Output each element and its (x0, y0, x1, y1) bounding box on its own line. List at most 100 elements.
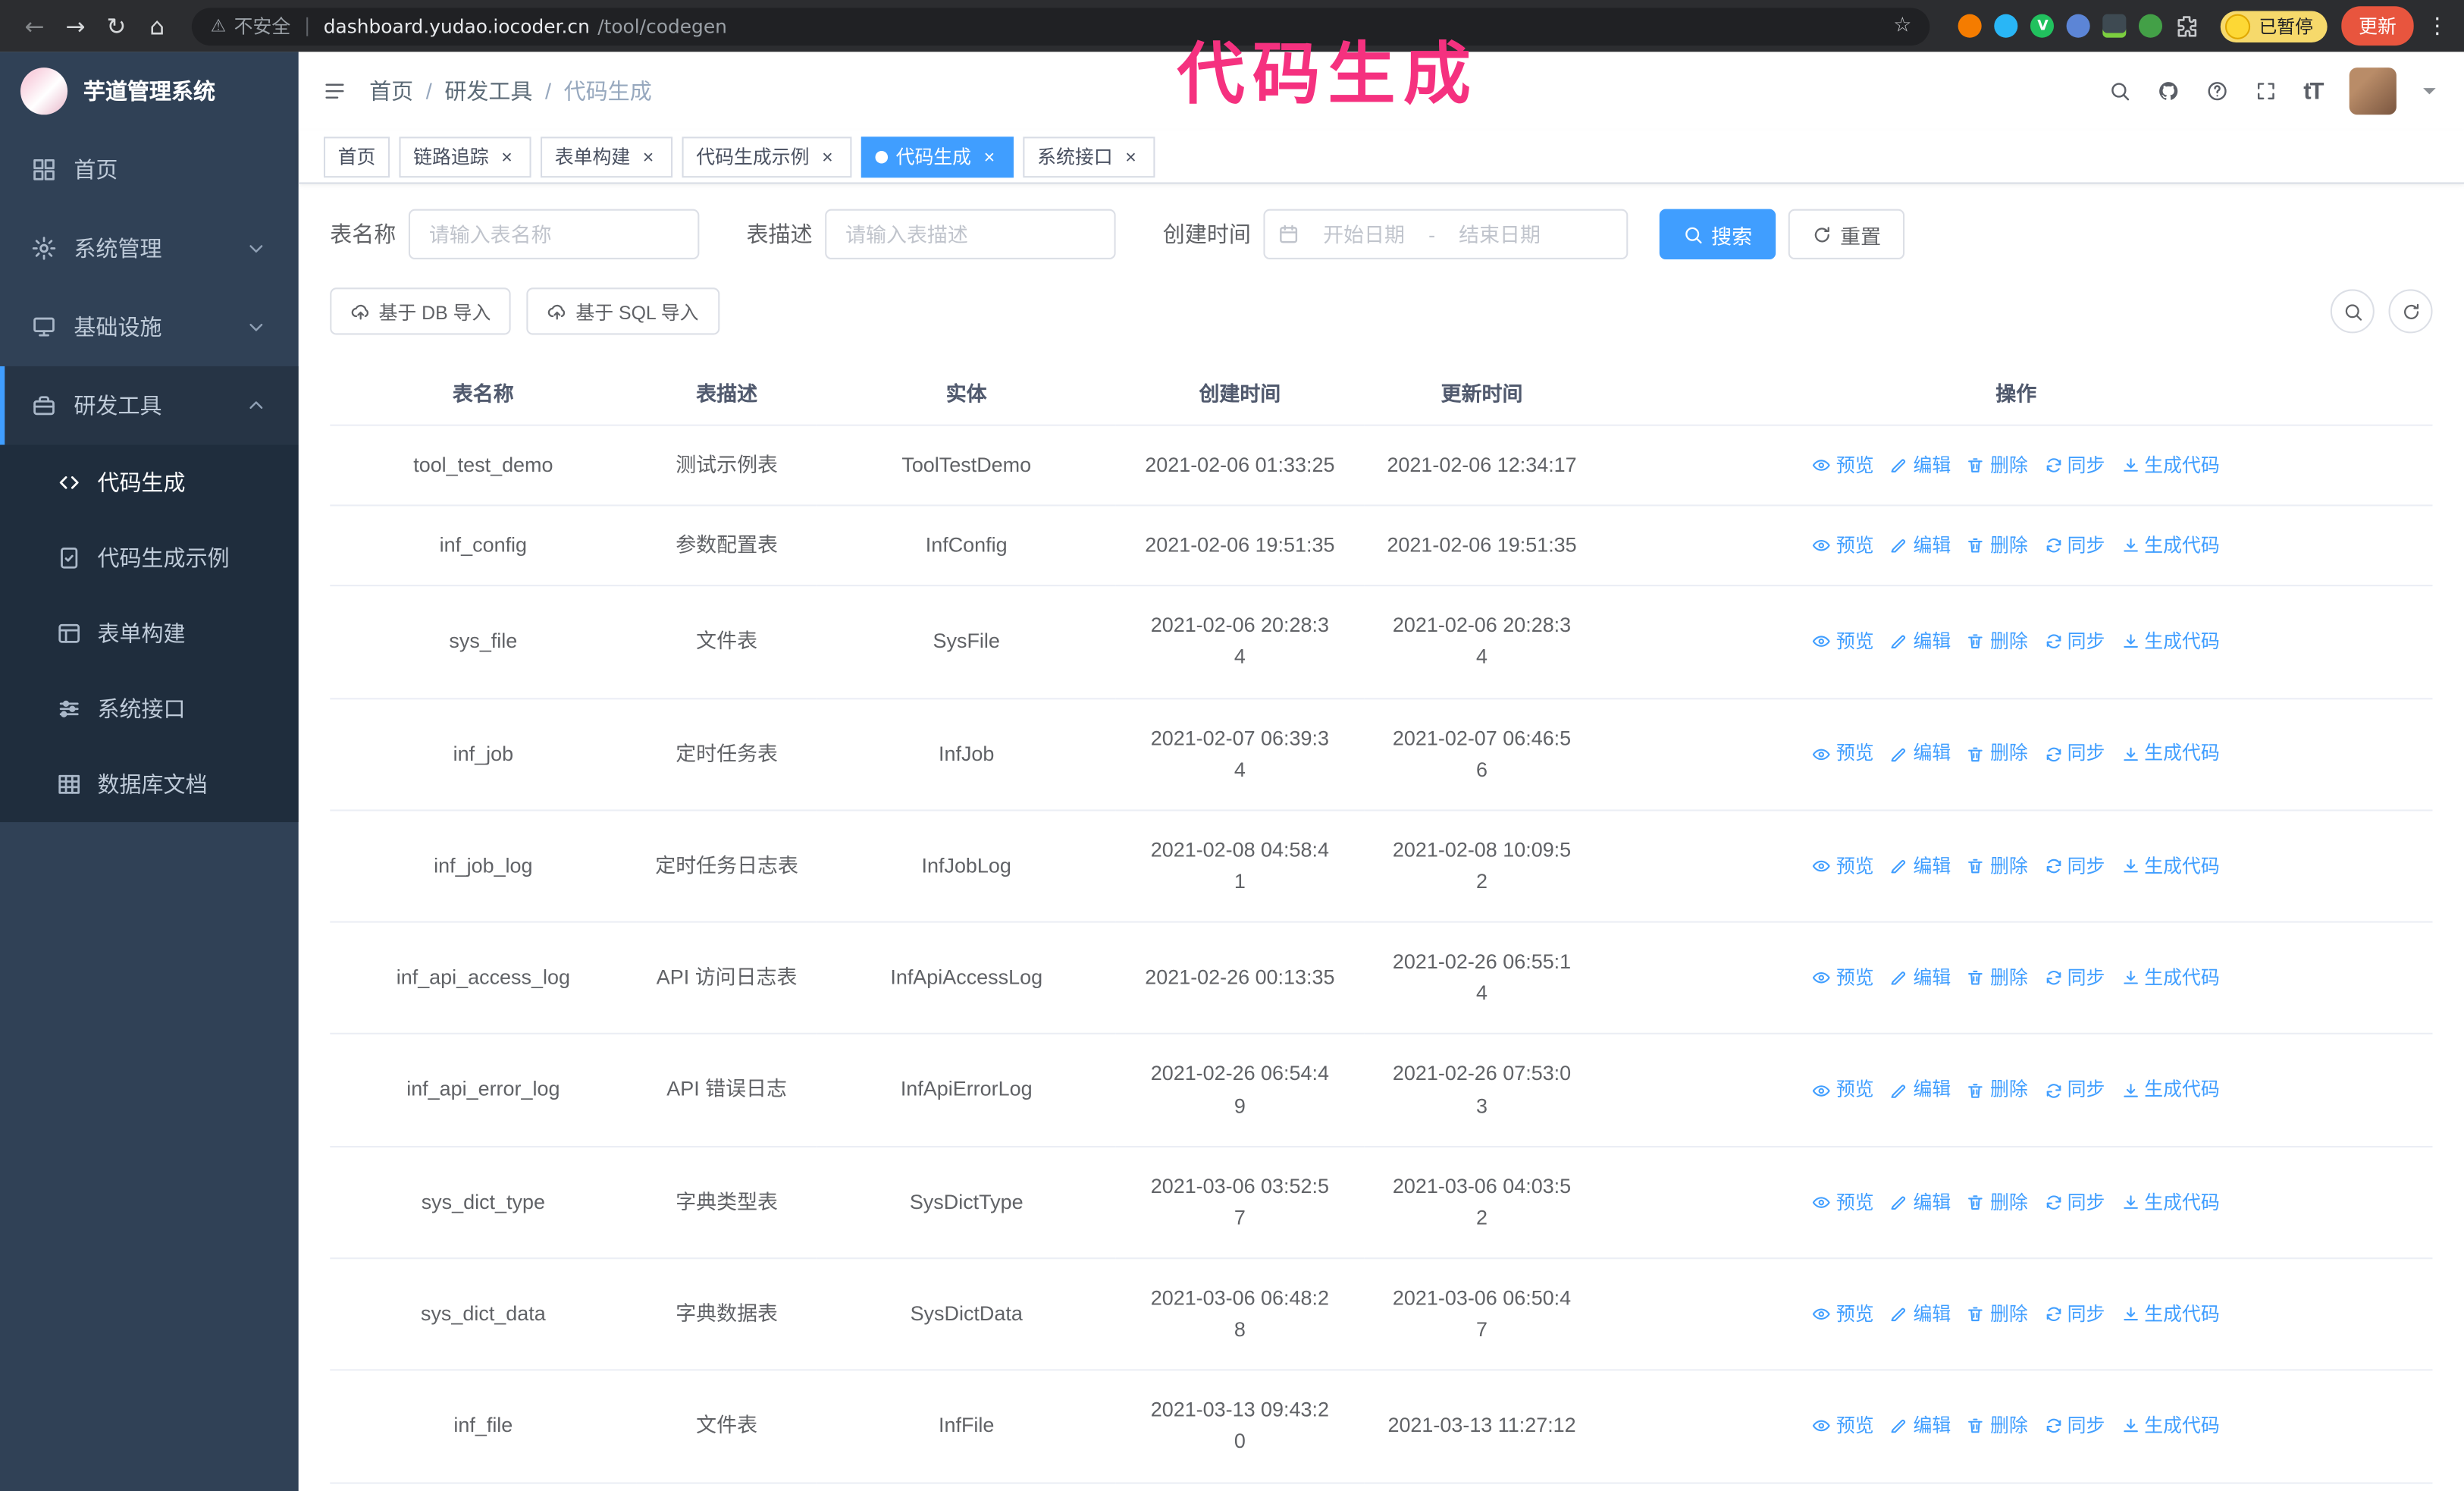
sync-link[interactable]: 同步 (2044, 1411, 2105, 1441)
sidebar-item-form-builder[interactable]: 表单构建 (0, 596, 299, 671)
delete-link[interactable]: 删除 (1967, 739, 2028, 769)
extension-icon[interactable] (2139, 14, 2164, 38)
edit-link[interactable]: 编辑 (1889, 450, 1951, 480)
date-range-picker[interactable]: - (1263, 209, 1629, 259)
browser-forward-icon[interactable]: → (57, 7, 95, 45)
search-icon[interactable] (2108, 80, 2130, 102)
avatar-caret-icon[interactable] (2423, 88, 2436, 101)
extension-icon[interactable] (1995, 14, 2019, 38)
tab-trace[interactable]: 链路追踪 × (399, 136, 531, 177)
tab-code-generation[interactable]: 代码生成 × (861, 136, 1014, 177)
sidebar-item-dev-tools[interactable]: 研发工具 (0, 366, 299, 445)
collapse-sidebar-icon[interactable] (324, 80, 346, 102)
end-date-input[interactable] (1441, 222, 1558, 246)
sync-link[interactable]: 同步 (2044, 964, 2105, 993)
browser-home-icon[interactable]: ⌂ (138, 7, 176, 45)
extension-icon[interactable] (1958, 14, 1983, 38)
extension-icon[interactable] (2067, 14, 2091, 38)
delete-link[interactable]: 删除 (1967, 964, 2028, 993)
table-name-input[interactable] (408, 209, 700, 259)
delete-link[interactable]: 删除 (1967, 450, 2028, 480)
sync-link[interactable]: 同步 (2044, 1188, 2105, 1217)
sidebar-item-db-docs[interactable]: 数据库文档 (0, 747, 299, 822)
edit-link[interactable]: 编辑 (1889, 1188, 1951, 1217)
delete-link[interactable]: 删除 (1967, 1300, 2028, 1329)
generate-code-link[interactable]: 生成代码 (2121, 1075, 2220, 1105)
toggle-search-button[interactable] (2330, 289, 2375, 334)
preview-link[interactable]: 预览 (1813, 739, 1874, 769)
sync-link[interactable]: 同步 (2044, 852, 2105, 881)
delete-link[interactable]: 删除 (1967, 531, 2028, 560)
preview-link[interactable]: 预览 (1813, 531, 1874, 560)
refresh-table-button[interactable] (2388, 289, 2433, 334)
edit-link[interactable]: 编辑 (1889, 1075, 1951, 1105)
edit-link[interactable]: 编辑 (1889, 964, 1951, 993)
bookmark-star-icon[interactable]: ☆ (1893, 14, 1911, 38)
github-icon[interactable] (2157, 80, 2179, 102)
preview-link[interactable]: 预览 (1813, 1411, 1874, 1441)
tab-home[interactable]: 首页 (323, 136, 390, 177)
import-db-button[interactable]: 基于 DB 导入 (330, 287, 512, 335)
help-icon[interactable] (2206, 80, 2228, 102)
sidebar-item-code-generation[interactable]: 代码生成 (0, 445, 299, 520)
tab-codegen-example[interactable]: 代码生成示例 × (682, 136, 852, 177)
sync-link[interactable]: 同步 (2044, 1300, 2105, 1329)
font-size-icon[interactable]: tT (2303, 78, 2324, 105)
fullscreen-icon[interactable] (2255, 80, 2277, 102)
edit-link[interactable]: 编辑 (1889, 627, 1951, 657)
sidebar-item-home[interactable]: 首页 (0, 130, 299, 209)
delete-link[interactable]: 删除 (1967, 852, 2028, 881)
breadcrumb-home[interactable]: 首页 (369, 75, 413, 106)
import-sql-button[interactable]: 基于 SQL 导入 (527, 287, 719, 335)
tab-form-builder[interactable]: 表单构建 × (541, 136, 673, 177)
browser-update-button[interactable]: 更新 (2341, 6, 2414, 46)
breadcrumb-dev-tools[interactable]: 研发工具 (444, 75, 532, 106)
preview-link[interactable]: 预览 (1813, 964, 1874, 993)
generate-code-link[interactable]: 生成代码 (2121, 1300, 2220, 1329)
edit-link[interactable]: 编辑 (1889, 1300, 1951, 1329)
sidebar-item-codegen-example[interactable]: 代码生成示例 (0, 520, 299, 595)
browser-menu-icon[interactable]: ⋮ (2426, 14, 2448, 39)
delete-link[interactable]: 删除 (1967, 1411, 2028, 1441)
table-desc-input[interactable] (825, 209, 1116, 259)
generate-code-link[interactable]: 生成代码 (2121, 739, 2220, 769)
preview-link[interactable]: 预览 (1813, 1188, 1874, 1217)
user-avatar[interactable] (2349, 67, 2397, 115)
edit-link[interactable]: 编辑 (1889, 531, 1951, 560)
close-tab-icon[interactable]: × (817, 146, 838, 168)
preview-link[interactable]: 预览 (1813, 450, 1874, 480)
browser-back-icon[interactable]: ← (16, 7, 54, 45)
close-tab-icon[interactable]: × (497, 146, 517, 168)
extension-icon[interactable]: V (2030, 14, 2055, 38)
generate-code-link[interactable]: 生成代码 (2121, 627, 2220, 657)
preview-link[interactable]: 预览 (1813, 1300, 1874, 1329)
generate-code-link[interactable]: 生成代码 (2121, 1188, 2220, 1217)
delete-link[interactable]: 删除 (1967, 1188, 2028, 1217)
delete-link[interactable]: 删除 (1967, 1075, 2028, 1105)
sync-link[interactable]: 同步 (2044, 1075, 2105, 1105)
sync-link[interactable]: 同步 (2044, 739, 2105, 769)
tab-system-api[interactable]: 系统接口 × (1023, 136, 1155, 177)
preview-link[interactable]: 预览 (1813, 627, 1874, 657)
extension-icon[interactable] (2103, 14, 2127, 38)
sync-link[interactable]: 同步 (2044, 627, 2105, 657)
edit-link[interactable]: 编辑 (1889, 739, 1951, 769)
browser-reload-icon[interactable]: ↻ (98, 7, 136, 45)
profile-paused-badge[interactable]: 已暂停 (2221, 10, 2328, 42)
close-tab-icon[interactable]: × (1121, 146, 1141, 168)
sidebar-item-system-management[interactable]: 系统管理 (0, 209, 299, 288)
generate-code-link[interactable]: 生成代码 (2121, 852, 2220, 881)
search-button[interactable]: 搜索 (1659, 209, 1776, 259)
edit-link[interactable]: 编辑 (1889, 852, 1951, 881)
generate-code-link[interactable]: 生成代码 (2121, 450, 2220, 480)
close-tab-icon[interactable]: × (979, 146, 999, 168)
sidebar-item-system-api[interactable]: 系统接口 (0, 671, 299, 746)
generate-code-link[interactable]: 生成代码 (2121, 531, 2220, 560)
sidebar-item-infrastructure[interactable]: 基础设施 (0, 287, 299, 366)
generate-code-link[interactable]: 生成代码 (2121, 1411, 2220, 1441)
preview-link[interactable]: 预览 (1813, 1075, 1874, 1105)
preview-link[interactable]: 预览 (1813, 852, 1874, 881)
start-date-input[interactable] (1306, 222, 1422, 246)
delete-link[interactable]: 删除 (1967, 627, 2028, 657)
reset-button[interactable]: 重置 (1788, 209, 1905, 259)
